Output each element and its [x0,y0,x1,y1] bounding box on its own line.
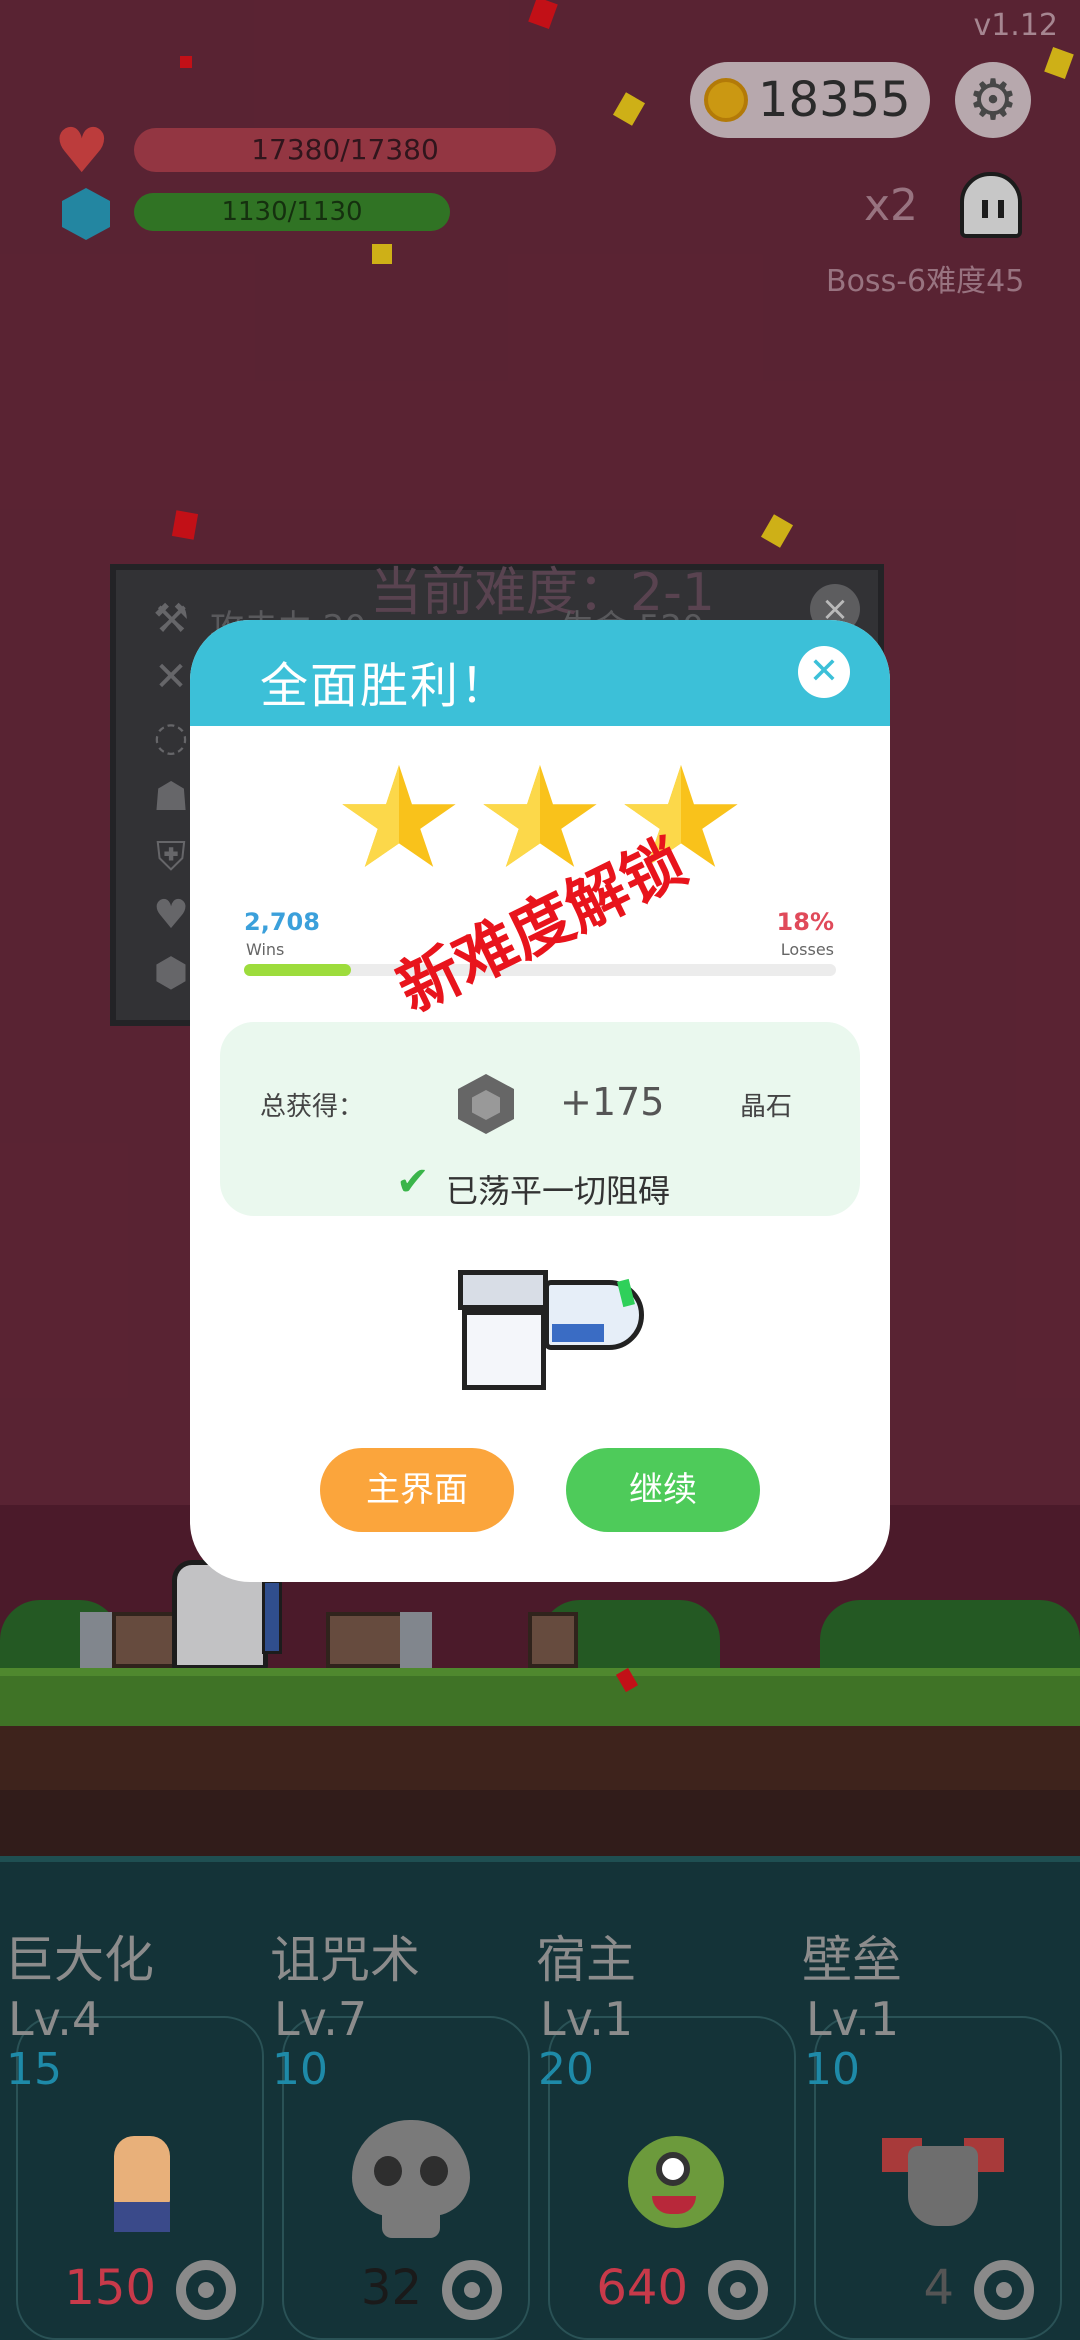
reward-unit: 晶石 [740,1092,793,1122]
skill-cost: 10 [272,2044,328,2095]
star-icon [342,765,456,867]
win-progress-fill [244,964,351,976]
skill-card-curse[interactable]: 诅咒术 Lv.7 10 32 [266,1920,530,2340]
upgrade-price: 4 [923,2260,954,2316]
cleared-message: 已荡平一切阻碍 [446,1172,671,1210]
losses-value: 18% [776,908,834,936]
upgrade-gear-icon[interactable] [442,2260,502,2320]
reward-label: 总获得： [260,1092,365,1122]
skull-icon [346,2116,476,2246]
skill-level: Lv.1 [540,1992,634,2046]
star-highlight [342,765,399,867]
skill-level: Lv.1 [806,1992,900,2046]
upgrade-gear-icon[interactable] [974,2260,1034,2320]
skill-name: 巨大化 [4,1931,154,1989]
close-icon: ✕ [808,651,840,692]
reward-card: 总获得： +175 晶石 ✔ 已荡平一切阻碍 [220,1022,860,1216]
main-menu-button[interactable]: 主界面 [320,1448,514,1532]
winged-knight-sprite [448,1270,648,1420]
skill-card-host[interactable]: 宿主 Lv.1 20 640 [532,1920,796,2340]
monster-icon [612,2116,742,2246]
armor-icon [878,2116,1008,2246]
upgrade-gear-icon[interactable] [176,2260,236,2320]
skill-cost: 10 [804,2044,860,2095]
dialog-title: 全面胜利！ [260,658,511,714]
skill-level: Lv.7 [274,1992,368,2046]
skill-card-giant[interactable]: 巨大化 Lv.4 15 150 [0,1920,264,2340]
skill-card-bastion[interactable]: 壁垒 Lv.1 10 4 [798,1920,1062,2340]
upgrade-price: 640 [596,2260,688,2316]
upgrade-price: 32 [360,2260,422,2316]
fist-icon [80,2116,210,2246]
upgrade-price: 150 [64,2260,156,2316]
losses-label: Losses [780,940,834,959]
skill-level: Lv.4 [8,1992,102,2046]
upgrade-gear-icon[interactable] [708,2260,768,2320]
close-button[interactable]: ✕ [798,646,850,698]
wins-value: 2,708 [244,908,320,936]
skill-name: 宿主 [536,1931,636,1989]
skill-name: 壁垒 [802,1931,902,1989]
reward-amount: +175 [560,1080,665,1124]
continue-button[interactable]: 继续 [566,1448,760,1532]
wins-label: Wins [246,940,285,959]
star-highlight [483,765,540,867]
skill-cost: 15 [6,2044,62,2095]
check-icon: ✔ [396,1159,430,1205]
skill-cost: 20 [538,2044,594,2095]
skill-name: 诅咒术 [270,1931,420,1989]
victory-dialog: 全面胜利！ ✕ 2,708 Wins 18% Losses 总获得： +175 … [190,620,890,1582]
